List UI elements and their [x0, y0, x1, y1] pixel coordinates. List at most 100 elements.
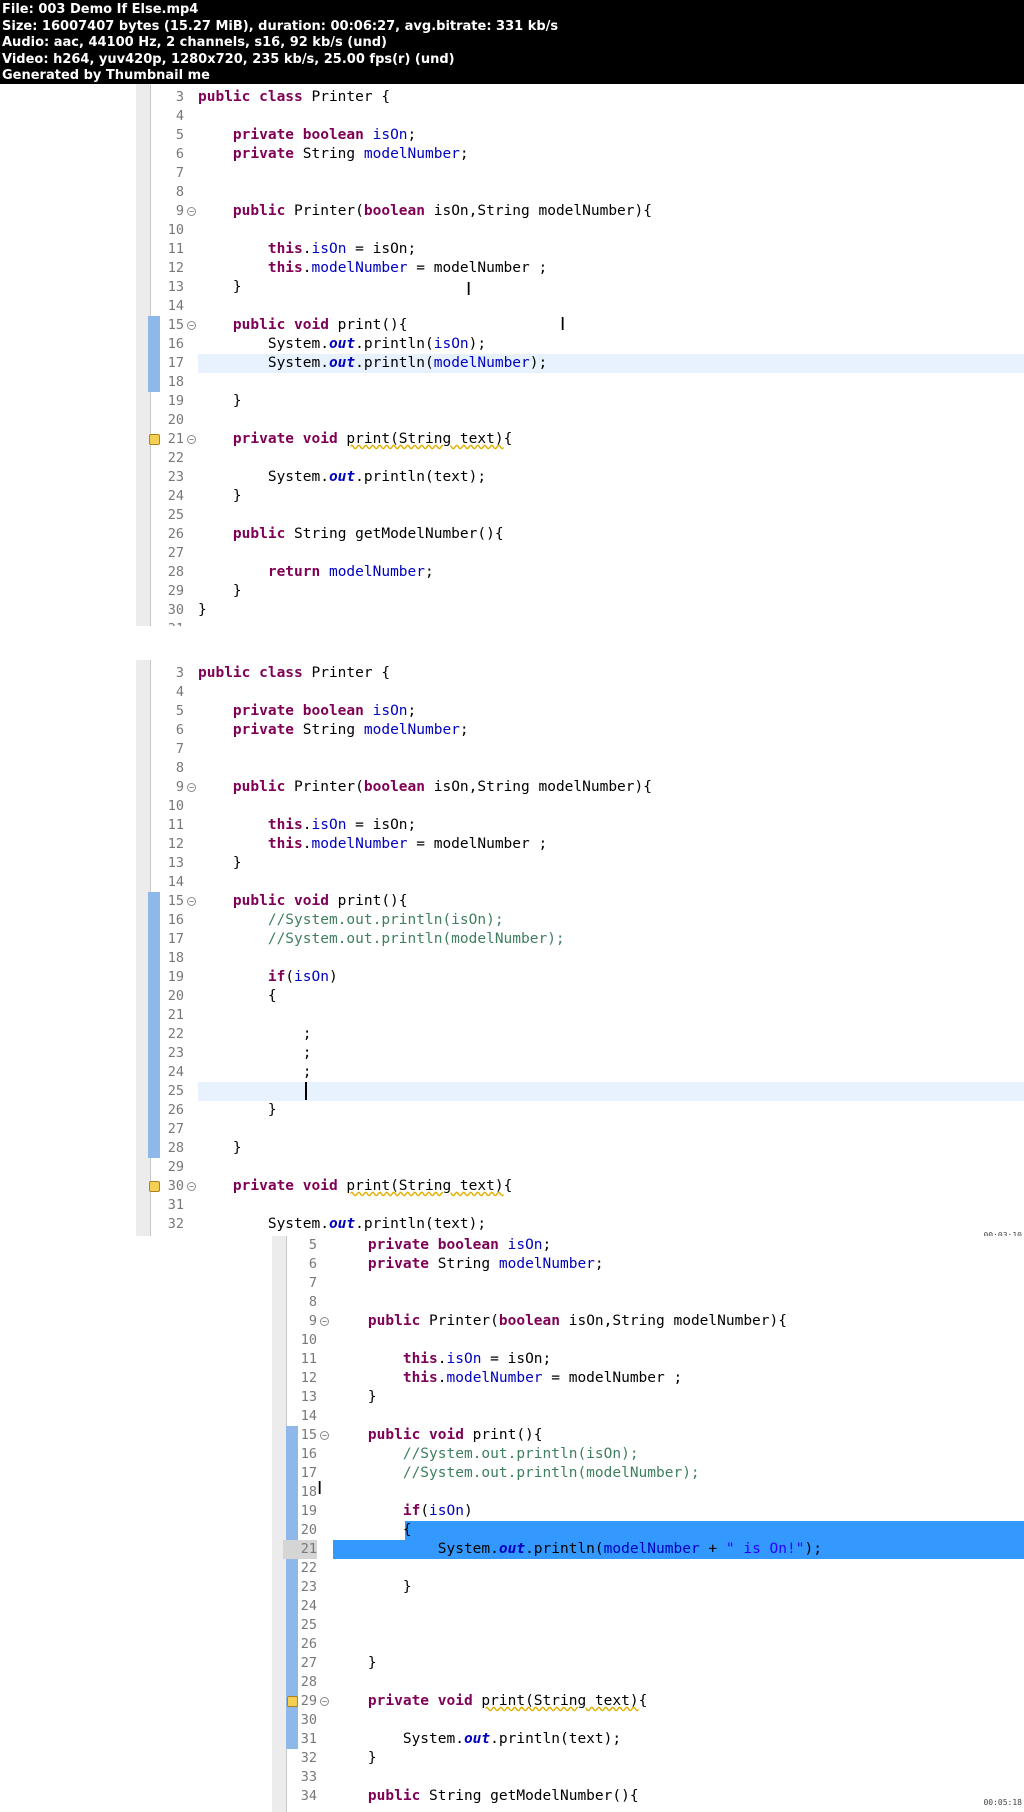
code-line[interactable]: } [333, 1578, 412, 1597]
line-number: 24 [167, 488, 184, 504]
editor-frame-1: 00:01:193public class Printer {45 privat… [0, 84, 1024, 626]
text-caret [305, 1082, 307, 1100]
code-line[interactable]: public class Printer { [198, 88, 390, 107]
code-line[interactable]: } [198, 1101, 277, 1120]
line-number: 24 [167, 1064, 184, 1080]
code-line[interactable]: { [198, 987, 277, 1006]
line-number: 20 [167, 988, 184, 1004]
code-line[interactable]: } [198, 278, 242, 297]
line-number: 22 [167, 450, 184, 466]
line-number: 8 [308, 1294, 317, 1310]
fold-toggle-icon[interactable]: − [187, 435, 196, 444]
line-number: 8 [175, 184, 184, 200]
code-line[interactable]: System.out.println(modelNumber + " is On… [333, 1540, 822, 1559]
line-number: 11 [300, 1351, 317, 1367]
code-line[interactable]: private String modelNumber; [198, 721, 469, 740]
line-number: 8 [175, 760, 184, 776]
code-line[interactable]: private boolean isOn; [333, 1236, 551, 1255]
line-number: 3 [175, 89, 184, 105]
line-number: 13 [167, 279, 184, 295]
code-line[interactable]: ; [198, 1044, 312, 1063]
code-line[interactable]: //System.out.println(modelNumber); [333, 1464, 700, 1483]
code-line[interactable]: private boolean isOn; [198, 126, 416, 145]
line-number: 4 [175, 108, 184, 124]
line-number: 25 [167, 507, 184, 523]
line-number: 16 [300, 1446, 317, 1462]
code-line[interactable]: } [333, 1388, 377, 1407]
code-line[interactable]: } [333, 1654, 377, 1673]
fold-toggle-icon[interactable]: − [320, 1317, 329, 1326]
code-line[interactable]: this.isOn = isOn; [198, 816, 416, 835]
fold-toggle-icon[interactable]: − [187, 207, 196, 216]
code-line[interactable]: public String getModelNumber(){ [198, 525, 504, 544]
fold-toggle-icon[interactable]: − [320, 1697, 329, 1706]
code-line[interactable]: } [333, 1749, 377, 1768]
code-line[interactable]: this.modelNumber = modelNumber ; [333, 1369, 682, 1388]
line-number: 24 [300, 1598, 317, 1614]
code-line[interactable]: public Printer(boolean isOn,String model… [333, 1312, 787, 1331]
code-line[interactable]: } [198, 582, 242, 601]
fold-toggle-icon[interactable]: − [187, 783, 196, 792]
line-number: 17 [167, 931, 184, 947]
warning-icon[interactable] [287, 1696, 298, 1707]
code-line[interactable]: } [198, 1139, 242, 1158]
code-line[interactable]: } [198, 601, 207, 620]
line-number: 31 [150, 620, 184, 626]
line-number: 23 [167, 1045, 184, 1061]
code-line[interactable]: System.out.println(modelNumber); [198, 354, 547, 373]
video-info: Video: h264, yuv420p, 1280x720, 235 kb/s… [2, 51, 455, 67]
code-line[interactable]: { [333, 1521, 412, 1540]
code-line[interactable]: public class Printer { [198, 664, 390, 683]
code-line[interactable]: ; [198, 1025, 312, 1044]
code-line[interactable]: System.out.println(text); [198, 468, 486, 487]
code-line[interactable]: private void print(String text){ [333, 1692, 647, 1711]
code-line[interactable]: } [198, 854, 242, 873]
line-number: 16 [167, 336, 184, 352]
code-line[interactable]: this.isOn = isOn; [333, 1350, 551, 1369]
generator-info: Generated by Thumbnail me [2, 68, 210, 83]
line-number: 28 [167, 1140, 184, 1156]
fold-toggle-icon[interactable]: − [187, 897, 196, 906]
code-line[interactable]: public void print(){ [333, 1426, 543, 1445]
code-line[interactable]: if(isOn) [198, 968, 338, 987]
code-line[interactable]: private void print(String text){ [198, 430, 512, 449]
code-line[interactable]: ; [198, 1063, 312, 1082]
code-line[interactable]: private boolean isOn; [198, 702, 416, 721]
code-line[interactable]: //System.out.println(isOn); [198, 911, 504, 930]
text-selection [405, 1521, 1024, 1540]
code-line[interactable]: //System.out.println(modelNumber); [198, 930, 565, 949]
warning-icon[interactable] [149, 434, 160, 445]
code-line[interactable]: public String getModelNumber(){ [333, 1787, 639, 1806]
code-line[interactable]: //System.out.println(isOn); [333, 1445, 639, 1464]
line-number: 7 [175, 741, 184, 757]
code-line[interactable]: if(isOn) [333, 1502, 473, 1521]
line-number: 19 [167, 393, 184, 409]
line-number: 5 [175, 703, 184, 719]
code-line[interactable]: System.out.println(text); [333, 1730, 621, 1749]
code-line[interactable]: this.modelNumber = modelNumber ; [198, 835, 547, 854]
size-info: Size: 16007407 bytes (15.27 MiB), durati… [2, 18, 559, 34]
code-line[interactable]: public Printer(boolean isOn,String model… [198, 778, 652, 797]
warning-icon[interactable] [149, 1181, 160, 1192]
line-number: 20 [167, 412, 184, 428]
code-line[interactable]: public Printer(boolean isOn,String model… [198, 202, 652, 221]
fold-toggle-icon[interactable]: − [187, 321, 196, 330]
code-line[interactable]: } [198, 487, 242, 506]
code-line[interactable]: public void print(){ [198, 892, 408, 911]
code-line[interactable]: System.out.println(isOn); [198, 335, 486, 354]
code-line[interactable]: return modelNumber; [198, 563, 434, 582]
code-line[interactable]: System.out.println(text); [198, 1215, 486, 1234]
line-number: 30 [300, 1712, 317, 1728]
code-line[interactable]: } [198, 392, 242, 411]
line-number: 11 [167, 241, 184, 257]
code-line[interactable]: private String modelNumber; [198, 145, 469, 164]
code-line[interactable]: this.isOn = isOn; [198, 240, 416, 259]
code-line[interactable]: private String modelNumber; [333, 1255, 604, 1274]
fold-toggle-icon[interactable]: − [320, 1431, 329, 1440]
line-number: 16 [167, 912, 184, 928]
code-line[interactable]: this.modelNumber = modelNumber ; [198, 259, 547, 278]
line-number: 32 [300, 1750, 317, 1766]
code-line[interactable]: private void print(String text){ [198, 1177, 512, 1196]
fold-toggle-icon[interactable]: − [187, 1182, 196, 1191]
code-line[interactable]: public void print(){ [198, 316, 408, 335]
